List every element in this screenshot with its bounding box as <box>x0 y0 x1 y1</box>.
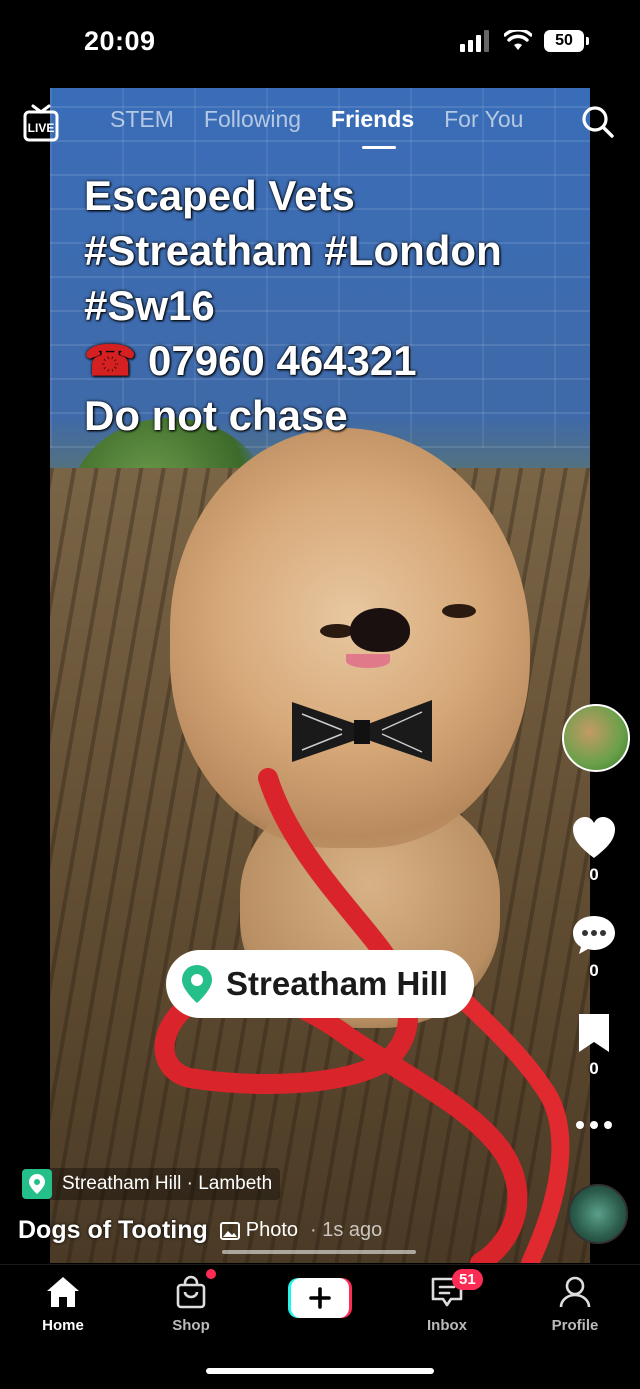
caption-line: #Sw16 <box>84 282 215 329</box>
shopping-bag-icon <box>176 1275 206 1309</box>
tab-shop[interactable]: Shop <box>146 1275 236 1334</box>
comment-icon <box>573 916 615 954</box>
battery-indicator: 50 <box>544 30 589 52</box>
image-icon <box>219 1221 240 1240</box>
create-button[interactable] <box>288 1278 352 1318</box>
tab-shop-label: Shop <box>172 1317 210 1334</box>
tab-stem[interactable]: STEM <box>110 106 174 133</box>
home-icon <box>47 1277 79 1307</box>
live-icon[interactable]: LIVE <box>22 104 62 144</box>
like-count: 0 <box>589 865 599 884</box>
tab-inbox-label: Inbox <box>427 1317 467 1334</box>
comment-count: 0 <box>589 961 599 980</box>
status-bar: 20:09 50 <box>0 0 640 88</box>
photo-type-label: Photo <box>245 1219 299 1241</box>
tab-for-you[interactable]: For You <box>444 106 523 133</box>
tab-friends[interactable]: Friends <box>331 106 414 133</box>
inbox-badge: 51 <box>452 1269 483 1290</box>
caption-phone-line: ☎ 07960 464321 <box>84 333 502 388</box>
status-time: 20:09 <box>84 26 156 56</box>
location-badge-icon <box>22 1169 52 1199</box>
author-avatar[interactable] <box>562 704 630 772</box>
tab-following[interactable]: Following <box>204 106 301 133</box>
place-tag[interactable]: Streatham Hill · Lambeth <box>22 1168 281 1200</box>
music-disc[interactable] <box>568 1184 628 1244</box>
caption-phone-number: 07960 464321 <box>148 337 417 384</box>
shop-notification-dot <box>206 1269 216 1279</box>
feed-tabs: STEM Following Friends For You <box>110 106 523 133</box>
post-meta: Dogs of Tooting Photo · 1s ago <box>18 1216 382 1245</box>
post-time: · 1s ago <box>310 1219 383 1241</box>
like-action[interactable]: 0 <box>566 816 622 885</box>
tab-home[interactable]: Home <box>18 1275 108 1334</box>
signal-icon <box>460 30 489 52</box>
caption-line: Do not chase <box>84 392 348 439</box>
save-count: 0 <box>589 1059 599 1078</box>
photo-type-tag: Photo <box>219 1219 299 1242</box>
save-action[interactable]: 0 <box>566 1012 622 1079</box>
tab-profile-label: Profile <box>551 1317 599 1334</box>
comment-action[interactable]: 0 <box>566 914 622 981</box>
profile-icon <box>559 1276 591 1308</box>
photo-progress-bar <box>222 1250 416 1254</box>
tab-profile[interactable]: Profile <box>530 1275 620 1334</box>
heart-icon <box>573 817 615 858</box>
more-icon <box>576 1121 612 1129</box>
home-indicator <box>206 1368 434 1374</box>
search-icon[interactable] <box>580 104 616 140</box>
location-sticker-label: Streatham Hill <box>226 965 448 1002</box>
map-pin-icon <box>182 965 212 1003</box>
telephone-icon: ☎ <box>84 337 137 384</box>
author-name[interactable]: Dogs of Tooting <box>18 1216 208 1245</box>
location-sticker[interactable]: Streatham Hill <box>166 950 474 1018</box>
caption-line: #Streatham #London <box>84 227 502 274</box>
svg-text:LIVE: LIVE <box>28 121 55 135</box>
active-tab-indicator <box>362 146 396 149</box>
bookmark-icon <box>579 1014 609 1052</box>
tab-home-label: Home <box>42 1317 84 1334</box>
place-label: Streatham Hill · Lambeth <box>62 1173 273 1194</box>
status-icons: 50 <box>460 30 589 52</box>
post-caption: Escaped Vets #Streatham #London #Sw16 ☎ … <box>84 168 502 443</box>
caption-line: Escaped Vets <box>84 172 355 219</box>
wifi-icon <box>504 30 532 50</box>
top-nav: LIVE STEM Following Friends For You <box>0 96 640 156</box>
more-options[interactable] <box>566 1118 622 1136</box>
